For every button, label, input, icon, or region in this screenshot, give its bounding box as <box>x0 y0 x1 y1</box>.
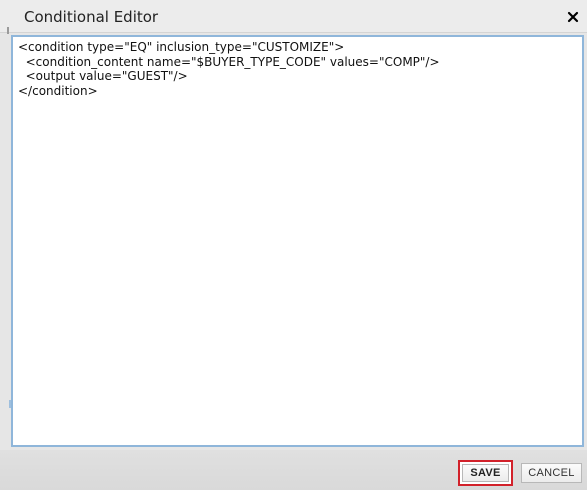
dialog-title: Conditional Editor <box>24 8 159 26</box>
condition-xml-editor[interactable]: <condition type="EQ" inclusion_type="CUS… <box>13 37 582 445</box>
save-button-label: SAVE <box>462 464 509 482</box>
close-icon-glyph <box>567 11 579 23</box>
save-button[interactable]: SAVE <box>458 460 513 486</box>
close-icon[interactable] <box>566 10 582 26</box>
resize-grip <box>7 27 9 34</box>
editor-frame: <condition type="EQ" inclusion_type="CUS… <box>11 35 584 447</box>
conditional-editor-dialog: Conditional Editor <condition type="EQ" … <box>0 0 587 490</box>
dialog-titlebar: Conditional Editor <box>0 0 587 34</box>
scroll-indicator <box>9 400 11 408</box>
cancel-button[interactable]: CANCEL <box>521 463 582 483</box>
